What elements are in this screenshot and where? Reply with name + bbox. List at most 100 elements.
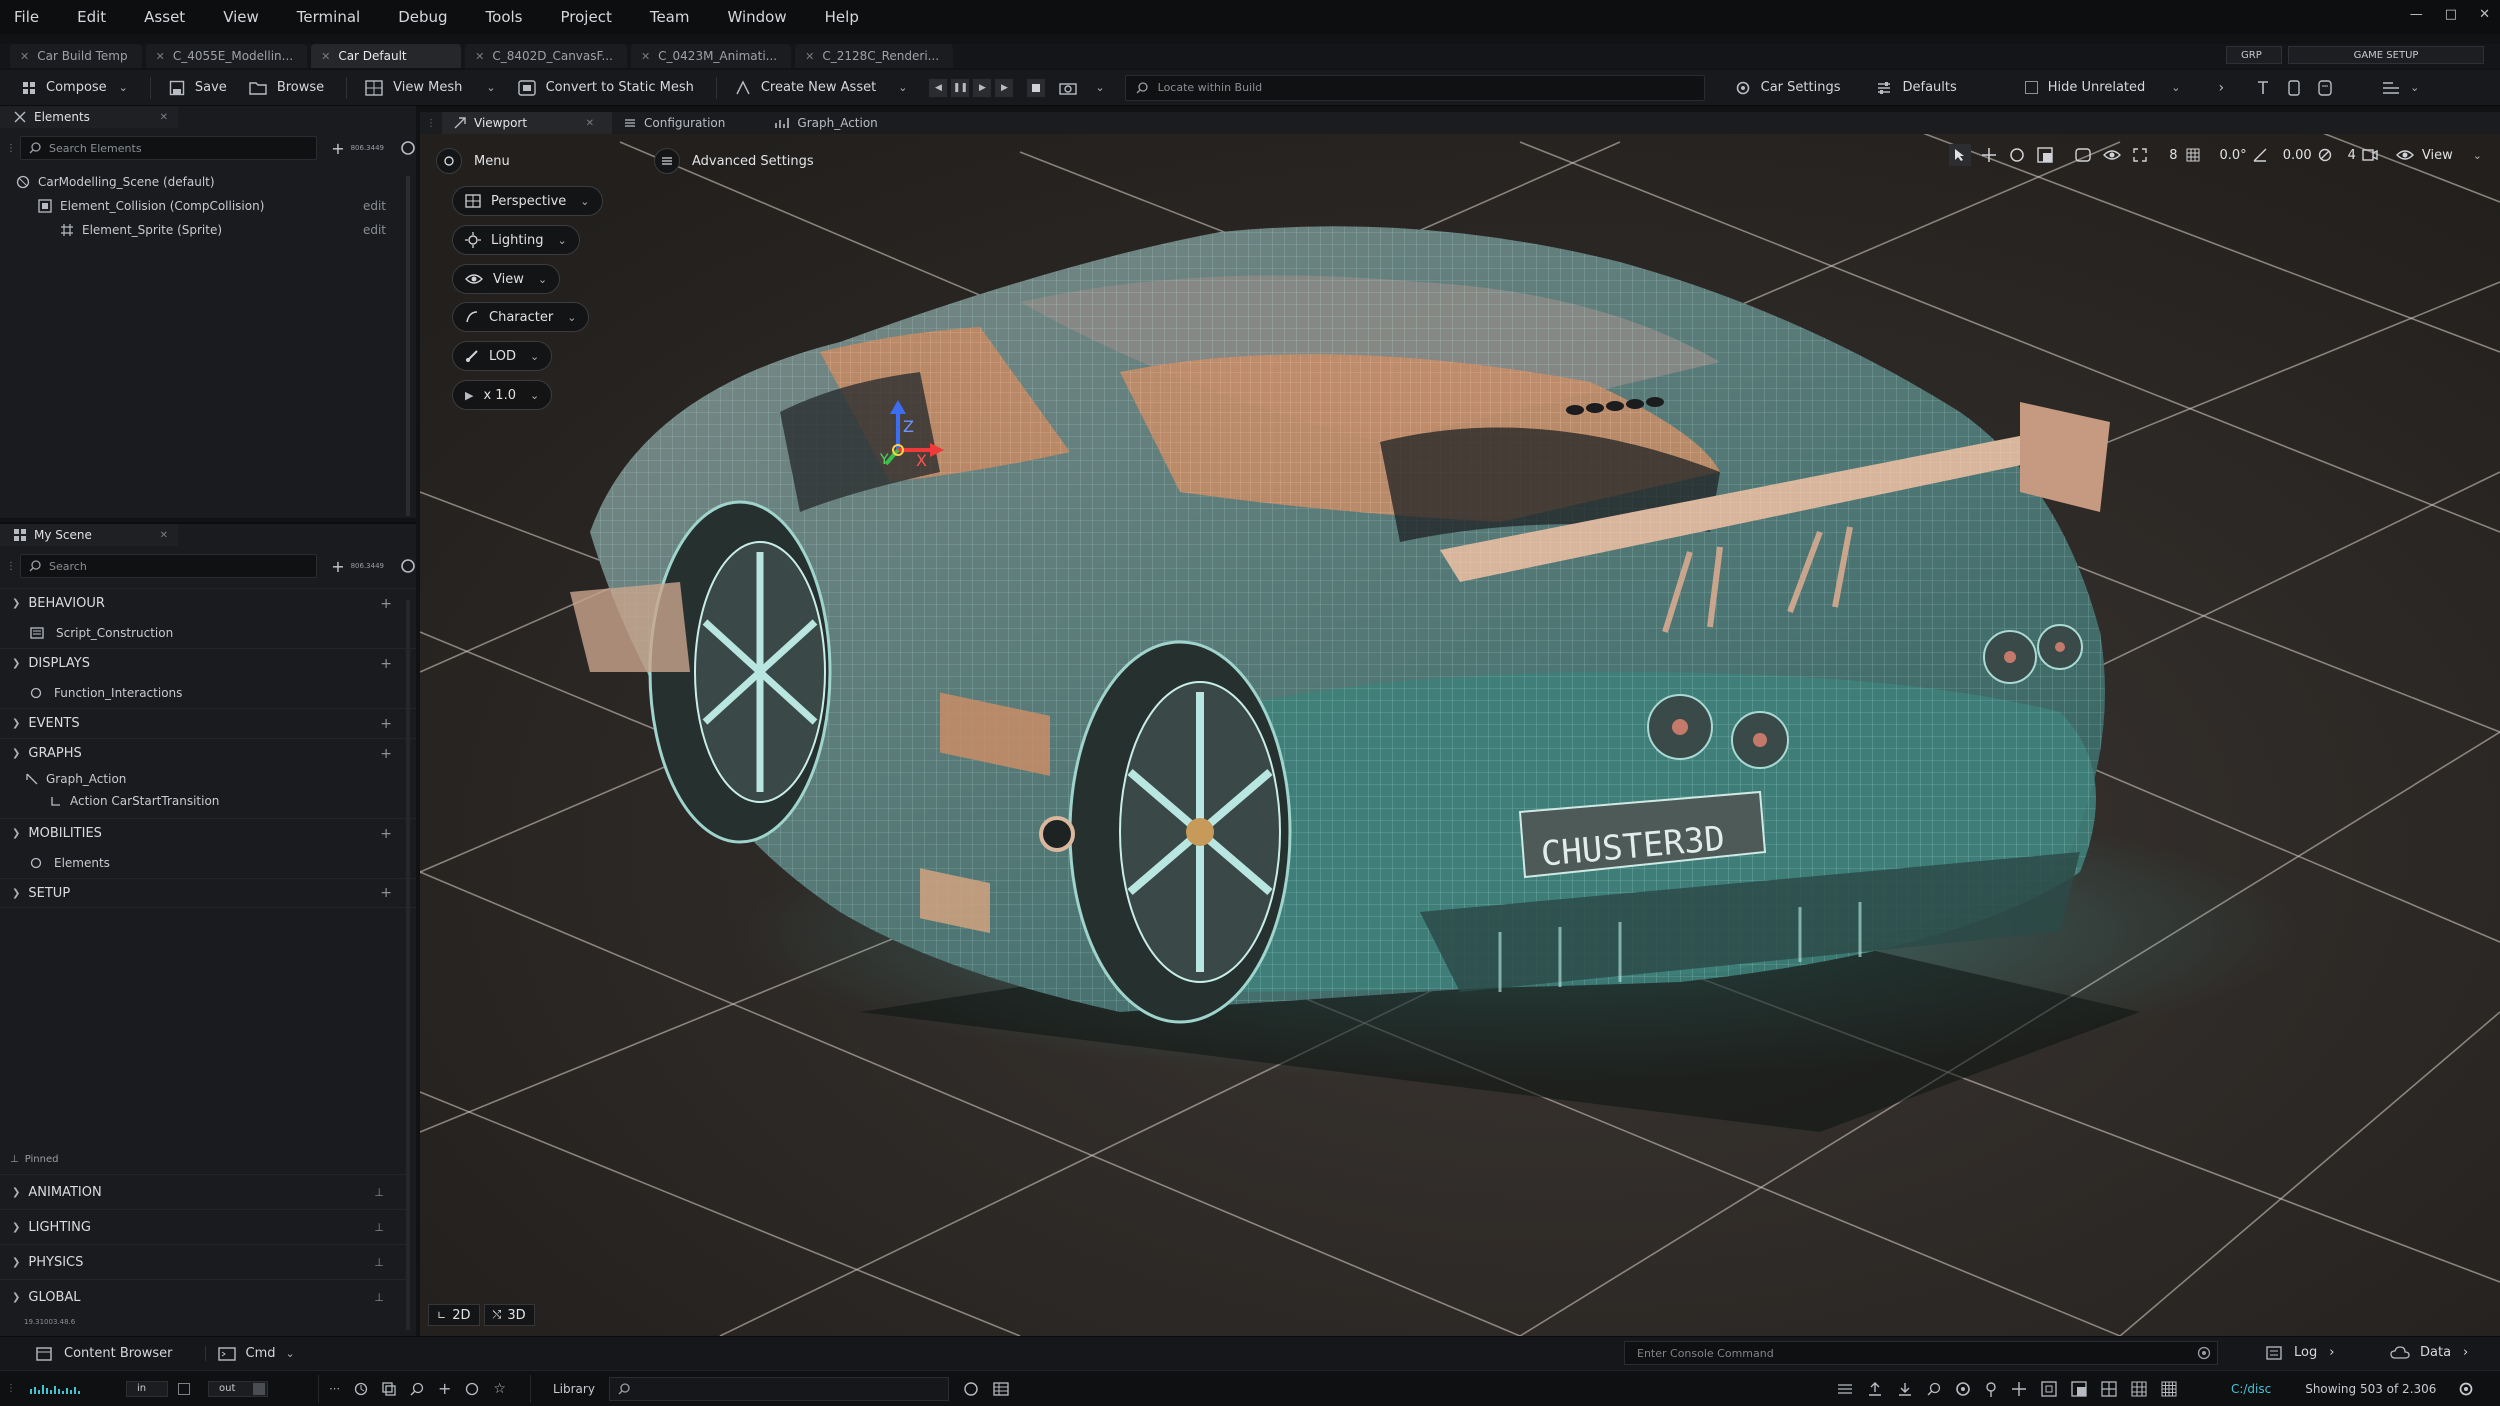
console-input[interactable]: Enter Console Command xyxy=(1624,1341,2218,1365)
close-icon[interactable]: ✕ xyxy=(586,118,594,129)
zoom-icon[interactable] xyxy=(1927,1382,1941,1396)
save-button[interactable]: Save xyxy=(169,74,227,102)
add-icon[interactable]: + xyxy=(380,716,392,732)
sliders-icon[interactable] xyxy=(1837,1382,1853,1396)
drag-handle-icon[interactable]: ⋮ xyxy=(6,561,16,572)
move-icon[interactable] xyxy=(2011,1381,2027,1397)
content-browser-button[interactable]: Content Browser xyxy=(36,1346,173,1361)
checkbox[interactable] xyxy=(2024,81,2038,94)
close-icon[interactable]: ✕ xyxy=(160,112,168,123)
select-cursor-icon[interactable] xyxy=(1949,144,1972,166)
search-icon[interactable] xyxy=(410,1382,424,1396)
menu-help[interactable]: Help xyxy=(825,8,859,26)
list-item[interactable]: Elements xyxy=(0,848,416,878)
speed-dropdown[interactable]: ▶ x 1.0 ⌄ xyxy=(452,380,553,410)
section-displays[interactable]: ❯ DISPLAYS + xyxy=(0,648,416,678)
view-options-dropdown[interactable]: View ⌄ xyxy=(2395,148,2482,163)
advanced-settings-button[interactable]: Advanced Settings xyxy=(654,148,814,174)
close-icon[interactable]: ✕ xyxy=(641,50,650,63)
browse-button[interactable]: Browse xyxy=(249,74,324,102)
list-item[interactable]: Graph_Action xyxy=(0,768,416,790)
settings-icon[interactable] xyxy=(2458,1381,2474,1397)
hide-unrelated-toggle[interactable]: Hide Unrelated ⌄ xyxy=(2024,74,2181,102)
star-icon[interactable]: ☆ xyxy=(493,1381,506,1397)
chevron-right-icon[interactable]: › xyxy=(2219,80,2225,96)
doc-tab[interactable]: ✕ C_2128C_Renderi... xyxy=(795,44,954,68)
search-elements-input[interactable]: Search Elements xyxy=(20,136,318,160)
doc-tab[interactable]: ✕ C_4055E_Modellin... xyxy=(145,44,308,68)
chevron-down-icon[interactable]: ⌄ xyxy=(2171,81,2180,94)
compose-button[interactable]: Compose ⌄ xyxy=(22,74,128,102)
menu-debug[interactable]: Debug xyxy=(398,8,447,26)
layout-icon[interactable] xyxy=(2382,81,2400,95)
minimize-icon[interactable]: — xyxy=(2410,7,2423,22)
lod-dropdown[interactable]: LOD ⌄ xyxy=(452,341,553,371)
doc-tab[interactable]: ✕ C_0423M_Animati... xyxy=(630,44,792,68)
close-icon[interactable]: ✕ xyxy=(160,530,168,541)
scene-search-input[interactable]: Search xyxy=(20,554,318,578)
doc-tab-active[interactable]: ✕ Car Default xyxy=(311,44,462,68)
tree-row-collision[interactable]: Element_Collision (CompCollision) edit xyxy=(0,194,416,218)
tab-graph-action[interactable]: Graph_Action xyxy=(763,112,895,134)
frame-icon[interactable] xyxy=(2041,1380,2057,1397)
section-lighting[interactable]: ❯ LIGHTING ⊥ xyxy=(0,1209,408,1244)
in-field[interactable]: in xyxy=(126,1380,168,1397)
grid-icon[interactable] xyxy=(2101,1380,2117,1397)
list-item[interactable]: Script_Construction xyxy=(0,618,416,648)
stop-icon[interactable] xyxy=(1027,78,1046,97)
pin-icon[interactable]: ⊥ xyxy=(374,1291,384,1304)
section-graphs[interactable]: ❯ GRAPHS + xyxy=(0,738,416,768)
add-icon[interactable]: + xyxy=(380,885,392,901)
close-icon[interactable]: ✕ xyxy=(475,50,484,63)
fullscreen-icon[interactable] xyxy=(2133,148,2147,162)
download-icon[interactable] xyxy=(1897,1381,1913,1397)
table-grid-icon[interactable] xyxy=(2131,1380,2147,1397)
rotate-icon[interactable] xyxy=(2009,147,2025,163)
pin-icon[interactable]: ⊥ xyxy=(374,1256,384,1269)
game-setup-button[interactable]: GAME SETUP xyxy=(2288,46,2484,64)
edit-link[interactable]: edit xyxy=(363,223,386,237)
add-element-button[interactable]: + xyxy=(331,139,344,158)
grid-dots-icon[interactable]: ⋯ xyxy=(329,1382,340,1395)
list-item[interactable]: Function_Interactions xyxy=(0,678,416,708)
data-button[interactable]: Data › xyxy=(2390,1345,2468,1360)
pause-icon[interactable]: ❚❚ xyxy=(951,78,970,97)
device-icon[interactable] xyxy=(2318,79,2332,96)
scale-snap[interactable]: 0.00 xyxy=(2283,148,2332,163)
tree-row-scene[interactable]: CarModelling_Scene (default) xyxy=(0,170,416,194)
play-icon[interactable]: ▶ xyxy=(973,78,992,97)
menu-team[interactable]: Team xyxy=(650,8,690,26)
out-field[interactable]: out xyxy=(208,1380,268,1397)
phone-icon[interactable] xyxy=(2288,79,2300,96)
add-icon[interactable]: + xyxy=(380,826,392,842)
close-icon[interactable]: ✕ xyxy=(2479,7,2490,22)
menu-project[interactable]: Project xyxy=(561,8,612,26)
doc-tab[interactable]: ✕ C_8402D_CanvasF... xyxy=(465,44,627,68)
mode-2d-button[interactable]: ∟ 2D xyxy=(428,1304,480,1326)
current-path[interactable]: C:/disc xyxy=(2231,1382,2271,1396)
close-icon[interactable]: ✕ xyxy=(321,50,330,63)
library-search-input[interactable] xyxy=(608,1376,949,1401)
create-asset-button[interactable]: Create New Asset ⌄ xyxy=(735,74,907,102)
drag-handle-icon[interactable]: ⋮ xyxy=(6,1383,16,1394)
menu-asset[interactable]: Asset xyxy=(144,8,185,26)
viewport-menu-button[interactable]: Menu xyxy=(436,148,510,174)
section-behaviour[interactable]: ❯ BEHAVIOUR + xyxy=(0,588,416,618)
pin-icon[interactable]: ⊥ xyxy=(374,1186,384,1199)
history-icon[interactable] xyxy=(354,1382,368,1396)
convert-static-mesh-button[interactable]: Convert to Static Mesh xyxy=(517,74,694,102)
close-icon[interactable]: ✕ xyxy=(156,50,165,63)
scale-icon[interactable] xyxy=(2037,147,2053,163)
plus-icon[interactable]: + xyxy=(438,1379,451,1398)
menu-window[interactable]: Window xyxy=(727,8,786,26)
add-button[interactable]: + xyxy=(331,557,344,576)
drag-handle-icon[interactable]: ⋮ xyxy=(426,118,436,129)
add-icon[interactable]: + xyxy=(380,746,392,762)
tree-row-sprite[interactable]: Element_Sprite (Sprite) edit xyxy=(0,218,416,242)
panel-scrollbar[interactable] xyxy=(406,600,410,1330)
close-icon[interactable]: ✕ xyxy=(805,50,814,63)
menu-terminal[interactable]: Terminal xyxy=(297,8,360,26)
surface-icon[interactable] xyxy=(2075,148,2091,162)
gear-icon[interactable] xyxy=(1955,1381,1971,1397)
layers-icon[interactable] xyxy=(382,1381,396,1396)
